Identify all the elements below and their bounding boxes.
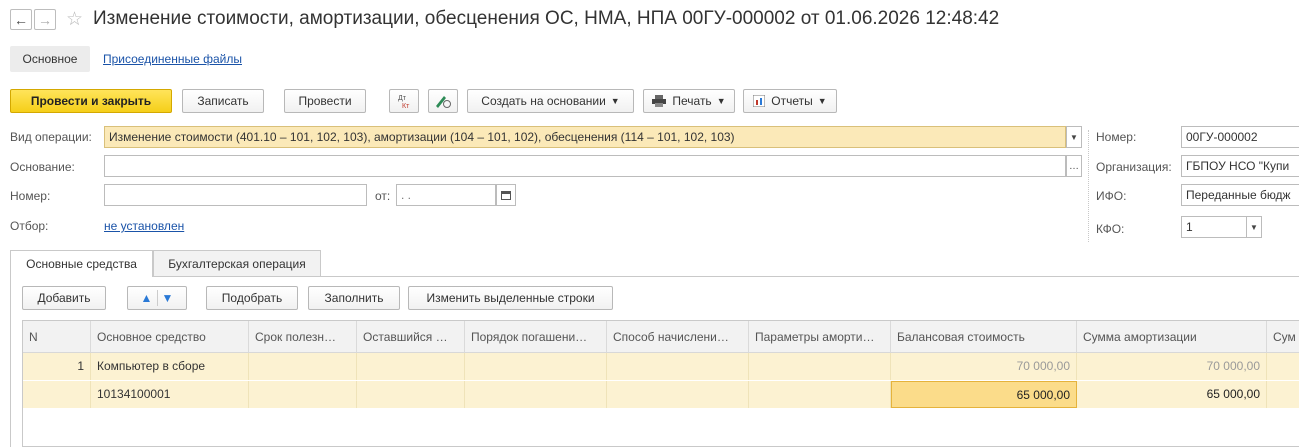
basis-field[interactable] bbox=[104, 155, 1066, 177]
useful-life-cell[interactable] bbox=[249, 353, 357, 380]
ifo-label: ИФО: bbox=[1096, 189, 1127, 203]
operation-label: Вид операции: bbox=[10, 130, 92, 144]
column-header-accrual-method[interactable]: Способ начислени… bbox=[607, 321, 749, 353]
post-and-close-button[interactable]: Провести и закрыть bbox=[10, 89, 172, 113]
section-attached-files[interactable]: Присоединенные файлы bbox=[103, 52, 242, 66]
column-header-repayment-order[interactable]: Порядок погашени… bbox=[465, 321, 607, 353]
date-from-field[interactable]: . . bbox=[396, 184, 496, 206]
create-based-on-label: Создать на основании bbox=[481, 94, 606, 108]
chevron-down-icon[interactable]: ▼ bbox=[1066, 126, 1082, 148]
fill-button[interactable]: Заполнить bbox=[308, 286, 400, 310]
ifo-field[interactable]: Переданные бюдж bbox=[1181, 184, 1299, 206]
calendar-icon[interactable] bbox=[496, 184, 516, 206]
create-based-on-button[interactable]: Создать на основании ▼ bbox=[467, 89, 634, 113]
repayment-order-cell[interactable] bbox=[465, 353, 607, 380]
printer-icon bbox=[652, 95, 667, 107]
operation-field[interactable]: Изменение стоимости (401.10 – 101, 102, … bbox=[104, 126, 1066, 148]
back-button[interactable]: ← bbox=[10, 9, 32, 30]
accounting-entries-button[interactable] bbox=[428, 89, 458, 113]
column-header-balance-value[interactable]: Балансовая стоимость bbox=[891, 321, 1077, 353]
accrual-method-cell-2[interactable] bbox=[607, 381, 749, 408]
tab-accounting-operation[interactable]: Бухгалтерская операция bbox=[153, 250, 321, 276]
star-icon[interactable]: ☆ bbox=[66, 8, 83, 31]
column-header-useful-life[interactable]: Срок полезн… bbox=[249, 321, 357, 353]
pick-button[interactable]: Подобрать bbox=[206, 286, 298, 310]
asset-name[interactable]: Компьютер в сборе bbox=[91, 353, 249, 380]
chevron-down-icon: ▼ bbox=[817, 96, 827, 106]
report-chart-icon bbox=[753, 95, 766, 107]
number-field[interactable] bbox=[104, 184, 367, 206]
post-button[interactable]: Провести bbox=[284, 89, 366, 113]
useful-life-cell-2[interactable] bbox=[249, 381, 357, 408]
inventory-number[interactable]: 10134100001 bbox=[91, 381, 249, 408]
edit-selected-rows-button[interactable]: Изменить выделенные строки bbox=[408, 286, 613, 310]
kfo-field[interactable]: 1 bbox=[1181, 216, 1247, 238]
print-button[interactable]: Печать ▼ bbox=[643, 89, 735, 113]
move-buttons: ▲ ▼ bbox=[127, 286, 187, 310]
tab-fixed-assets[interactable]: Основные средства bbox=[10, 250, 153, 277]
reports-label: Отчеты bbox=[771, 94, 813, 108]
chevron-down-icon: ▼ bbox=[610, 96, 620, 106]
back-arrow-icon: ← bbox=[14, 11, 28, 28]
basis-label: Основание: bbox=[10, 160, 75, 174]
forward-button[interactable]: → bbox=[34, 9, 56, 30]
accrual-method-cell[interactable] bbox=[607, 353, 749, 380]
balance-value-new[interactable]: 65 000,00 bbox=[891, 381, 1077, 408]
table-row-sub[interactable]: 10134100001 65 000,00 65 000,00 bbox=[23, 381, 1299, 408]
filter-label: Отбор: bbox=[10, 219, 49, 233]
move-down-icon[interactable]: ▼ bbox=[158, 291, 178, 305]
repayment-order-cell-2[interactable] bbox=[465, 381, 607, 408]
number-label: Номер: bbox=[10, 189, 51, 203]
ellipsis-icon[interactable]: … bbox=[1066, 155, 1082, 177]
organization-field[interactable]: ГБПОУ НСО "Купи bbox=[1181, 155, 1299, 177]
doc-number-field[interactable]: 00ГУ-000002 bbox=[1181, 126, 1299, 148]
section-main[interactable]: Основное bbox=[10, 46, 90, 72]
dt-kt-icon: ДтКт bbox=[398, 95, 410, 109]
date-from-label: от: bbox=[375, 189, 391, 203]
move-up-icon[interactable]: ▲ bbox=[137, 291, 157, 305]
reports-button[interactable]: Отчеты ▼ bbox=[743, 89, 837, 113]
save-button[interactable]: Записать bbox=[182, 89, 264, 113]
amortization-params-cell-2[interactable] bbox=[749, 381, 891, 408]
forward-arrow-icon: → bbox=[38, 11, 52, 28]
dt-kt-button[interactable]: Дт Кт bbox=[389, 89, 419, 113]
pen-clock-icon bbox=[436, 96, 451, 108]
organization-label: Организация: bbox=[1096, 160, 1172, 174]
column-header-amortization-sum[interactable]: Сумма амортизации bbox=[1077, 321, 1267, 353]
amortization-sum-old: 70 000,00 bbox=[1077, 353, 1267, 380]
print-label: Печать bbox=[672, 94, 712, 108]
chevron-down-icon: ▼ bbox=[716, 96, 726, 106]
column-header-sum[interactable]: Сум bbox=[1267, 321, 1299, 353]
svg-text:Дт: Дт bbox=[398, 95, 407, 102]
row-number-empty bbox=[23, 381, 91, 408]
row-number: 1 bbox=[23, 353, 91, 380]
column-header-asset[interactable]: Основное средство bbox=[91, 321, 249, 353]
svg-text:Кт: Кт bbox=[402, 103, 410, 109]
page-title: Изменение стоимости, амортизации, обесце… bbox=[93, 8, 1000, 29]
amortization-params-cell[interactable] bbox=[749, 353, 891, 380]
column-header-n[interactable]: N bbox=[23, 321, 91, 353]
remaining-cell[interactable] bbox=[357, 353, 465, 380]
column-header-remaining[interactable]: Оставшийся … bbox=[357, 321, 465, 353]
chevron-down-icon[interactable]: ▼ bbox=[1246, 216, 1262, 238]
fixed-assets-table[interactable]: N Основное средство Срок полезн… Оставши… bbox=[22, 320, 1299, 447]
column-header-amortization-params[interactable]: Параметры аморти… bbox=[749, 321, 891, 353]
filter-link[interactable]: не установлен bbox=[104, 219, 184, 233]
doc-number-label: Номер: bbox=[1096, 130, 1137, 144]
remaining-cell-2[interactable] bbox=[357, 381, 465, 408]
balance-value-old: 70 000,00 bbox=[891, 353, 1077, 380]
column-divider bbox=[1088, 130, 1089, 242]
table-row[interactable]: 1 Компьютер в сборе 70 000,00 70 000,00 bbox=[23, 353, 1299, 380]
add-button[interactable]: Добавить bbox=[22, 286, 106, 310]
kfo-label: КФО: bbox=[1096, 222, 1125, 236]
amortization-sum-new[interactable]: 65 000,00 bbox=[1077, 381, 1267, 408]
